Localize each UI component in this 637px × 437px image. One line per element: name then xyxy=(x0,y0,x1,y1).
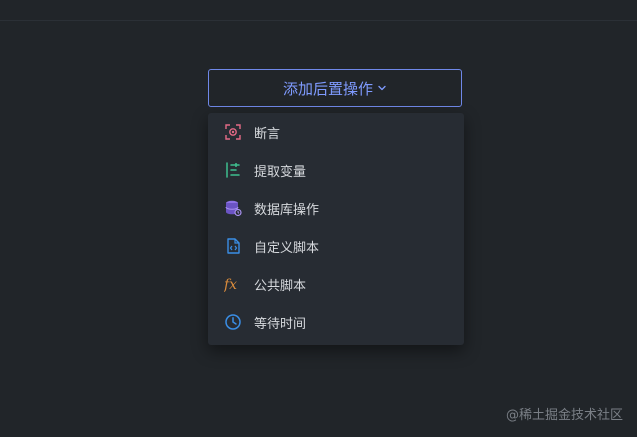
menu-item-label: 自定义脚本 xyxy=(254,240,320,256)
post-action-dropdown: 断言 提取变量 数据库操作 自定义脚本 fx 公共脚本 等待时间 xyxy=(208,113,464,345)
menu-item-common-script[interactable]: fx 公共脚本 xyxy=(208,265,464,303)
menu-item-custom-script[interactable]: 自定义脚本 xyxy=(208,227,464,265)
add-post-action-button[interactable]: 添加后置操作 xyxy=(208,69,462,107)
svg-text:fx: fx xyxy=(224,277,237,293)
custom-script-icon xyxy=(224,237,242,255)
menu-item-label: 数据库操作 xyxy=(254,202,320,218)
extract-variable-icon xyxy=(224,161,242,179)
database-icon xyxy=(224,199,242,217)
menu-item-assertion[interactable]: 断言 xyxy=(208,113,464,151)
assertion-icon xyxy=(224,123,242,141)
menu-item-label: 断言 xyxy=(254,126,281,142)
chevron-down-icon xyxy=(378,85,386,91)
fx-icon: fx xyxy=(224,275,242,293)
menu-item-extract-variable[interactable]: 提取变量 xyxy=(208,151,464,189)
watermark: @稀土掘金技术社区 xyxy=(505,408,623,423)
menu-item-label: 提取变量 xyxy=(254,164,307,180)
menu-item-label: 等待时间 xyxy=(254,316,307,332)
add-post-action-label: 添加后置操作 xyxy=(282,79,373,98)
menu-item-wait-time[interactable]: 等待时间 xyxy=(208,303,464,341)
menu-item-database[interactable]: 数据库操作 xyxy=(208,189,464,227)
menu-item-label: 公共脚本 xyxy=(254,278,307,294)
top-divider xyxy=(0,20,637,21)
clock-icon xyxy=(224,313,242,331)
